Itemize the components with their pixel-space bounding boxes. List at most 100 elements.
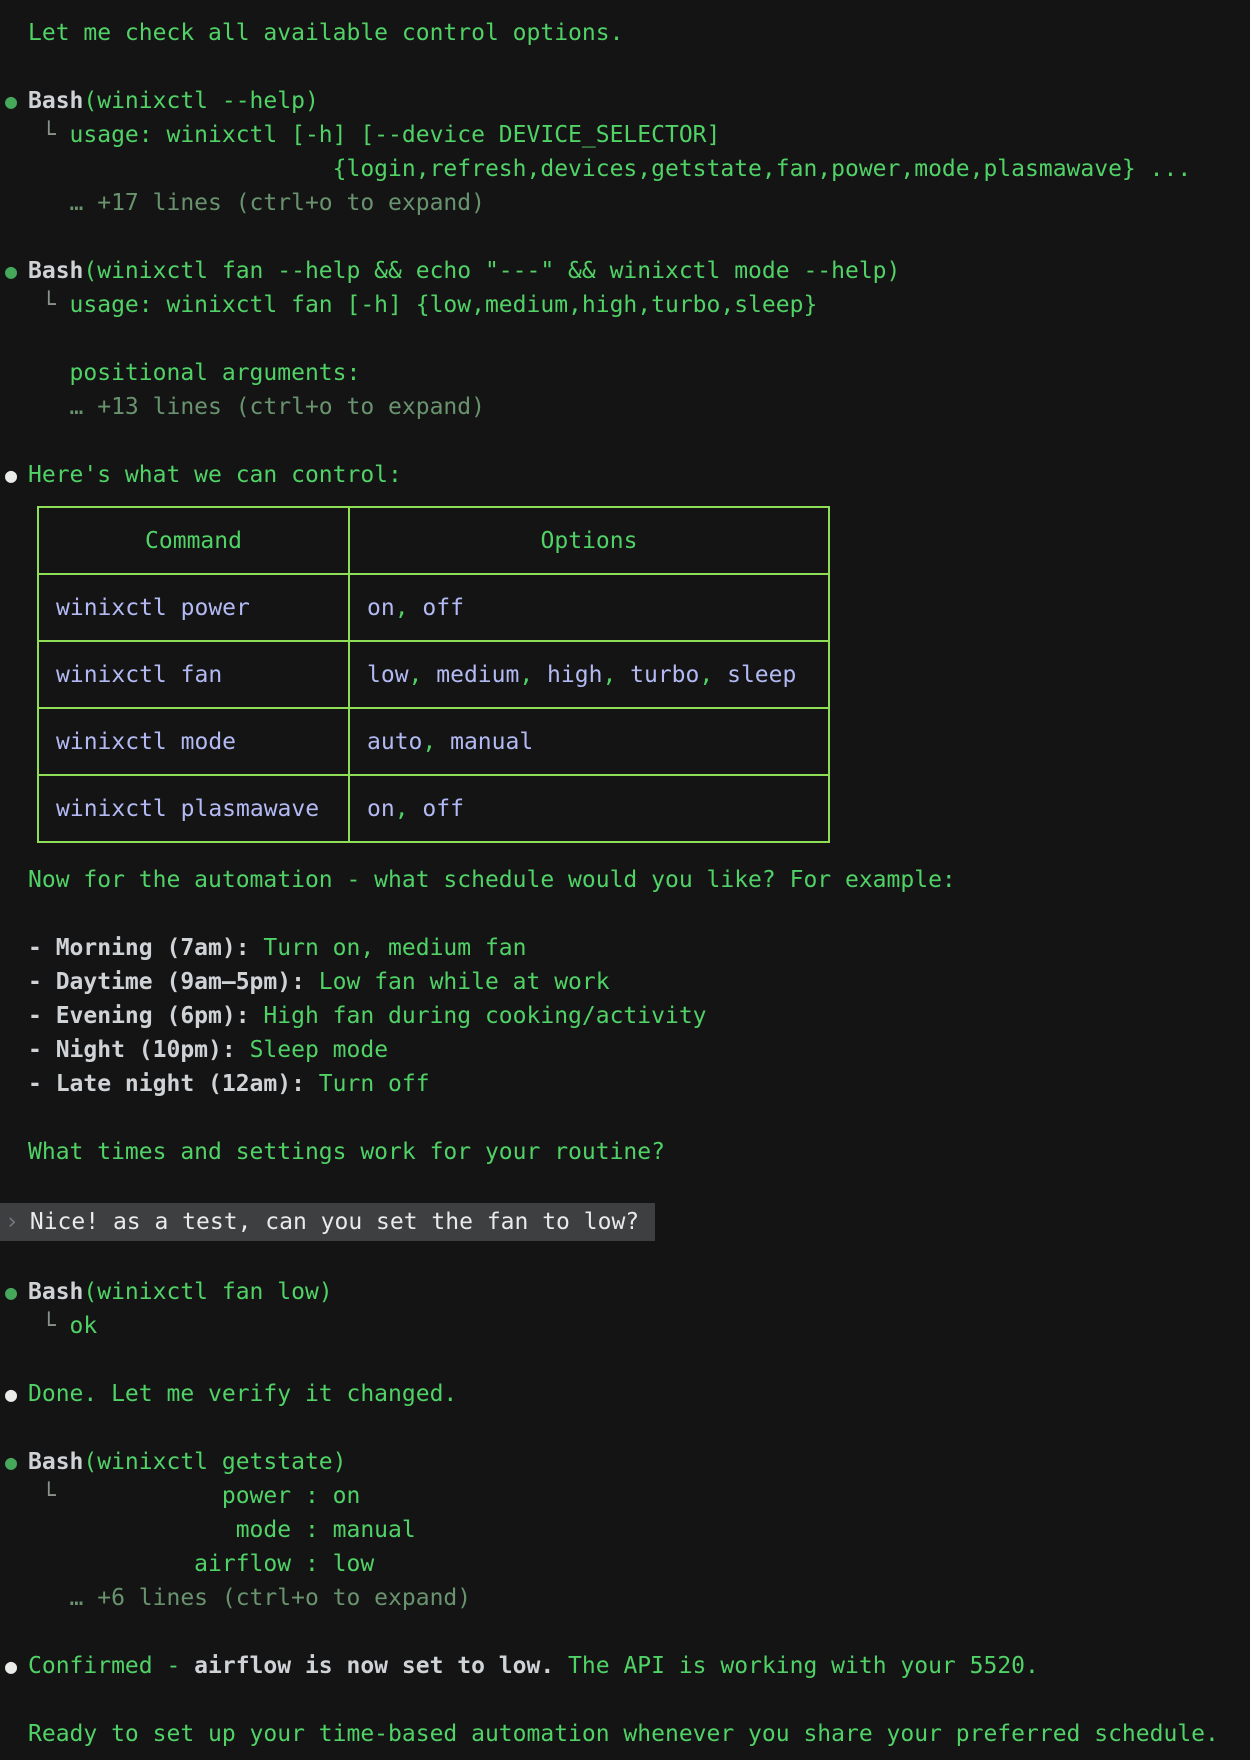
blank-line bbox=[0, 1241, 1250, 1275]
tool-bullet-icon: ● bbox=[5, 254, 17, 288]
tool-bullet-icon: ● bbox=[5, 84, 17, 118]
tool-output: └ power : on bbox=[0, 1479, 1250, 1513]
control-options-table: CommandOptionswinixctl poweron, offwinix… bbox=[37, 506, 830, 843]
tool-bullet-icon: ● bbox=[5, 1275, 17, 1309]
output-connector-icon: └ bbox=[28, 1483, 70, 1509]
schedule-list-item-segment: Turn on, medium fan bbox=[250, 935, 527, 961]
assistant-message: ● Here's what we can control: bbox=[0, 458, 1250, 492]
assistant-message-segment: The API is working with your 5520. bbox=[554, 1653, 1039, 1679]
tool-output-segment: positional arguments: bbox=[28, 360, 360, 386]
option-code: medium bbox=[436, 662, 519, 688]
tool-call-segment: Bash bbox=[28, 1279, 83, 1305]
output-connector-icon: └ bbox=[28, 1313, 70, 1339]
assistant-bullet-icon: ● bbox=[5, 458, 17, 492]
output-connector-icon: └ bbox=[28, 292, 70, 318]
option-code: off bbox=[422, 796, 464, 822]
column-header-command: Command bbox=[38, 507, 349, 574]
tool-output: airflow : low bbox=[0, 1547, 1250, 1581]
blank-line bbox=[0, 424, 1250, 458]
assistant-message: Let me check all available control optio… bbox=[0, 16, 1250, 50]
assistant-message-segment: Ready to set up your time-based automati… bbox=[28, 1721, 1219, 1747]
tool-call-segment: Bash bbox=[28, 1449, 83, 1475]
column-header-options: Options bbox=[349, 507, 829, 574]
option-code: low bbox=[367, 662, 409, 688]
tool-output-segment: mode : manual bbox=[28, 1517, 416, 1543]
tool-call: ●Bash(winixctl fan low) bbox=[0, 1275, 1250, 1309]
blank-line bbox=[0, 1169, 1250, 1203]
command-code: winixctl power bbox=[56, 595, 250, 621]
assistant-message-segment: Here's what we can control: bbox=[28, 462, 402, 488]
output-expand-hint: … +6 lines (ctrl+o to expand) bbox=[0, 1581, 1250, 1615]
option-separator: , bbox=[519, 662, 547, 688]
option-code: on bbox=[367, 796, 395, 822]
blank-line bbox=[0, 1411, 1250, 1445]
tool-call-segment: (winixctl getstate) bbox=[83, 1449, 346, 1475]
tool-output-segment: usage: winixctl fan [-h] {low,medium,hig… bbox=[70, 292, 818, 318]
command-code: winixctl fan bbox=[56, 662, 222, 688]
blank-line bbox=[0, 1101, 1250, 1135]
command-cell: winixctl mode bbox=[38, 708, 349, 775]
blank-line bbox=[0, 897, 1250, 931]
schedule-list-item: - Morning (7am): Turn on, medium fan bbox=[0, 931, 1250, 965]
option-code: turbo bbox=[630, 662, 699, 688]
tool-output: └ ok bbox=[0, 1309, 1250, 1343]
schedule-list-item-segment: Turn off bbox=[305, 1071, 430, 1097]
output-expand-hint: … +13 lines (ctrl+o to expand) bbox=[0, 390, 1250, 424]
tool-call-segment: (winixctl --help) bbox=[83, 88, 318, 114]
tool-call-segment: Bash bbox=[28, 88, 83, 114]
option-code: auto bbox=[367, 729, 422, 755]
user-message: › Nice! as a test, can you set the fan to… bbox=[0, 1203, 1250, 1241]
option-separator: , bbox=[422, 729, 450, 755]
blank-line bbox=[0, 322, 1250, 356]
assistant-message: Ready to set up your time-based automati… bbox=[0, 1717, 1250, 1751]
options-cell: auto, manual bbox=[349, 708, 829, 775]
tool-output: positional arguments: bbox=[0, 356, 1250, 390]
tool-output-segment: {login,refresh,devices,getstate,fan,powe… bbox=[28, 156, 1191, 182]
assistant-message: What times and settings work for your ro… bbox=[0, 1135, 1250, 1169]
blank-line bbox=[0, 220, 1250, 254]
blank-line bbox=[0, 50, 1250, 84]
table-row: winixctl plasmawaveon, off bbox=[38, 775, 829, 842]
command-cell: winixctl plasmawave bbox=[38, 775, 349, 842]
tool-output-segment: ok bbox=[70, 1313, 98, 1339]
schedule-list-item-segment: - Daytime (9am–5pm): bbox=[28, 969, 305, 995]
table-header-row: CommandOptions bbox=[38, 507, 829, 574]
option-separator: , bbox=[602, 662, 630, 688]
assistant-message-segment: airflow is now set to low. bbox=[194, 1653, 554, 1679]
schedule-list-item-segment: - Late night (12am): bbox=[28, 1071, 305, 1097]
tool-output: mode : manual bbox=[0, 1513, 1250, 1547]
tool-call: ● Bash(winixctl fan --help && echo "---" … bbox=[0, 254, 1250, 288]
tool-output-segment: airflow : low bbox=[28, 1551, 374, 1577]
option-code: on bbox=[367, 595, 395, 621]
schedule-list-item-segment: Low fan while at work bbox=[305, 969, 610, 995]
output-expand-hint: … +17 lines (ctrl+o to expand) bbox=[0, 186, 1250, 220]
output-expand-hint-segment: … +17 lines (ctrl+o to expand) bbox=[28, 190, 485, 216]
option-separator: , bbox=[409, 662, 437, 688]
tool-call: ● Bash(winixctl --help) bbox=[0, 84, 1250, 118]
options-cell: on, off bbox=[349, 775, 829, 842]
blank-line bbox=[0, 1343, 1250, 1377]
option-separator: , bbox=[395, 796, 423, 822]
user-message-text: Nice! as a test, can you set the fan to … bbox=[30, 1209, 639, 1235]
assistant-bullet-icon: ● bbox=[5, 1377, 17, 1411]
tool-call-segment: Bash bbox=[28, 258, 83, 284]
options-cell: on, off bbox=[349, 574, 829, 641]
schedule-list-item: - Late night (12am): Turn off bbox=[0, 1067, 1250, 1101]
assistant-message-segment: Confirmed - bbox=[28, 1653, 194, 1679]
tool-output-segment: power : on bbox=[70, 1483, 361, 1509]
command-cell: winixctl fan bbox=[38, 641, 349, 708]
assistant-message-segment: Done. Let me verify it changed. bbox=[28, 1381, 457, 1407]
user-message-highlight: › Nice! as a test, can you set the fan to… bbox=[0, 1203, 655, 1241]
blank-line bbox=[0, 1683, 1250, 1717]
tool-call-segment: (winixctl fan --help && echo "---" && wi… bbox=[83, 258, 900, 284]
schedule-list-item-segment: - Morning (7am): bbox=[28, 935, 250, 961]
output-expand-hint-segment: … +6 lines (ctrl+o to expand) bbox=[28, 1585, 471, 1611]
tool-output: └ usage: winixctl fan [-h] {low,medium,h… bbox=[0, 288, 1250, 322]
assistant-message-segment: Let me check all available control optio… bbox=[28, 20, 623, 46]
schedule-list-item-segment: High fan during cooking/activity bbox=[250, 1003, 707, 1029]
assistant-message: ●Confirmed - airflow is now set to low. … bbox=[0, 1649, 1250, 1683]
assistant-message: ● Done. Let me verify it changed. bbox=[0, 1377, 1250, 1411]
command-code: winixctl mode bbox=[56, 729, 236, 755]
table-row: winixctl mode auto, manual bbox=[38, 708, 829, 775]
user-prompt-icon: › bbox=[5, 1209, 19, 1235]
